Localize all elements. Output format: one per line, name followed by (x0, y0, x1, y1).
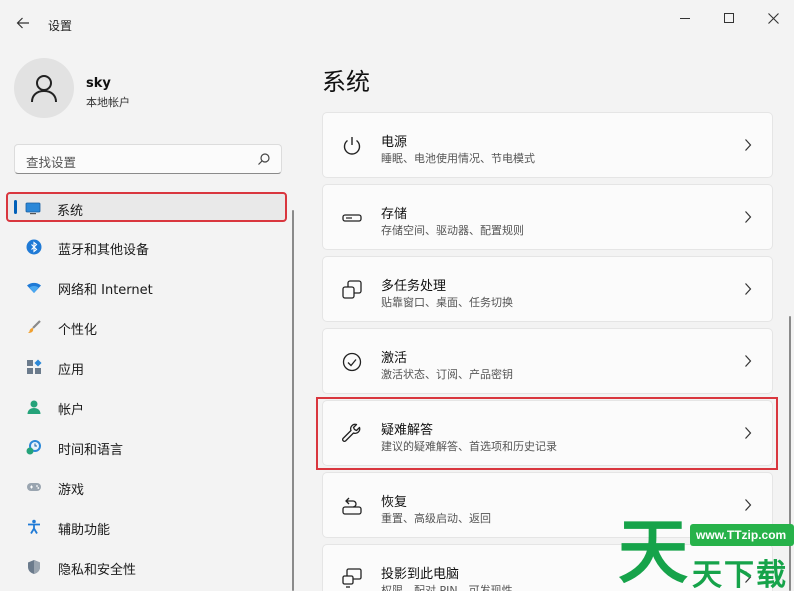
recovery-icon (342, 497, 362, 515)
card-subtitle: 建议的疑难解答、首选项和历史记录 (381, 440, 557, 453)
accessibility-icon (28, 519, 40, 534)
chevron-right-icon (745, 427, 752, 439)
card-troubleshoot[interactable]: 疑难解答 建议的疑难解答、首选项和历史记录 (322, 400, 773, 466)
sidebar-item-gaming[interactable]: 游戏 (8, 470, 286, 504)
card-title: 存储 (381, 207, 408, 222)
card-subtitle: 激活状态、订阅、产品密钥 (381, 368, 513, 381)
card-title: 多任务处理 (381, 279, 447, 294)
sidebar-item-label: 帐户 (58, 403, 85, 418)
app-title: 设置 (48, 19, 73, 33)
card-subtitle: 权限、配对 PIN、可发现性 (381, 584, 513, 591)
selection-indicator (14, 200, 17, 214)
sidebar-item-bluetooth[interactable]: 蓝牙和其他设备 (8, 230, 286, 264)
sidebar-item-network[interactable]: 网络和 Internet (8, 270, 286, 304)
brush-icon (28, 320, 41, 333)
close-icon (767, 12, 779, 24)
person-icon (27, 400, 41, 414)
clock-globe-icon (26, 440, 41, 455)
card-subtitle: 重置、高级启动、返回 (381, 512, 491, 525)
avatar[interactable] (14, 58, 74, 118)
page-title: 系统 (322, 68, 370, 96)
search-placeholder: 查找设置 (26, 155, 77, 170)
search-icon (258, 153, 270, 165)
chevron-right-icon (745, 283, 752, 295)
arrow-left-icon (16, 17, 29, 29)
card-subtitle: 存储空间、驱动器、配置规则 (381, 224, 524, 237)
sidebar-item-privacy[interactable]: 隐私和安全性 (8, 550, 286, 584)
check-circle-icon (342, 352, 362, 372)
chevron-right-icon (745, 355, 752, 367)
apps-icon (27, 359, 42, 374)
card-title: 投影到此电脑 (381, 567, 460, 582)
card-subtitle: 睡眠、电池使用情况、节电模式 (381, 152, 535, 165)
maximize-icon (724, 13, 734, 23)
sidebar-item-time-language[interactable]: 时间和语言 (8, 430, 286, 464)
maximize-button[interactable] (706, 6, 752, 30)
watermark-big-char: 天 (618, 511, 688, 591)
card-activation[interactable]: 激活 激活状态、订阅、产品密钥 (322, 328, 773, 394)
bluetooth-icon (26, 239, 42, 255)
storage-icon (342, 214, 362, 222)
monitor-icon (25, 202, 41, 215)
sidebar-item-label: 网络和 Internet (58, 283, 153, 298)
chevron-right-icon (745, 499, 752, 511)
watermark-text: 天下载 (692, 558, 788, 591)
card-power[interactable]: 电源 睡眠、电池使用情况、节电模式 (322, 112, 773, 178)
sidebar-scrollbar[interactable] (292, 210, 294, 591)
search-input[interactable]: 查找设置 (14, 144, 282, 174)
minimize-icon (680, 17, 690, 19)
sidebar-item-label: 隐私和安全性 (58, 563, 137, 578)
sidebar-item-label: 系统 (57, 204, 84, 219)
card-title: 激活 (381, 351, 408, 366)
projection-icon (342, 568, 362, 588)
card-title: 恢复 (381, 495, 408, 510)
sidebar-item-label: 辅助功能 (58, 523, 111, 538)
sidebar-item-label: 蓝牙和其他设备 (58, 243, 150, 258)
multitask-icon (342, 280, 362, 299)
card-storage[interactable]: 存储 存储空间、驱动器、配置规则 (322, 184, 773, 250)
sidebar-item-label: 个性化 (58, 323, 98, 338)
wifi-icon (27, 282, 41, 293)
close-button[interactable] (750, 6, 794, 30)
user-name: sky (86, 76, 111, 91)
card-title: 疑难解答 (381, 423, 434, 438)
user-icon (31, 75, 57, 103)
chevron-right-icon (745, 139, 752, 151)
card-title: 电源 (381, 135, 408, 150)
card-subtitle: 贴靠窗口、桌面、任务切换 (381, 296, 513, 309)
title-bar: 设置 (0, 0, 794, 50)
sidebar-item-personalization[interactable]: 个性化 (8, 310, 286, 344)
sidebar-item-system[interactable]: 系统 (6, 192, 287, 222)
gamepad-icon (27, 483, 41, 491)
sidebar-item-label: 游戏 (58, 483, 85, 498)
card-multitasking[interactable]: 多任务处理 贴靠窗口、桌面、任务切换 (322, 256, 773, 322)
back-button[interactable] (12, 14, 34, 36)
sidebar-item-label: 时间和语言 (58, 443, 124, 458)
minimize-button[interactable] (662, 6, 708, 30)
sidebar-item-accessibility[interactable]: 辅助功能 (8, 510, 286, 544)
shield-icon (28, 560, 40, 574)
sidebar-item-apps[interactable]: 应用 (8, 350, 286, 384)
watermark-logo: 天 www.TTzip.com 天下载 (612, 512, 794, 591)
chevron-right-icon (745, 211, 752, 223)
power-icon (343, 137, 361, 155)
sidebar-item-label: 应用 (58, 363, 85, 378)
wrench-icon (342, 423, 361, 442)
account-type: 本地帐户 (86, 96, 130, 109)
sidebar-item-accounts[interactable]: 帐户 (8, 390, 286, 424)
watermark-url: www.TTzip.com (696, 528, 787, 542)
